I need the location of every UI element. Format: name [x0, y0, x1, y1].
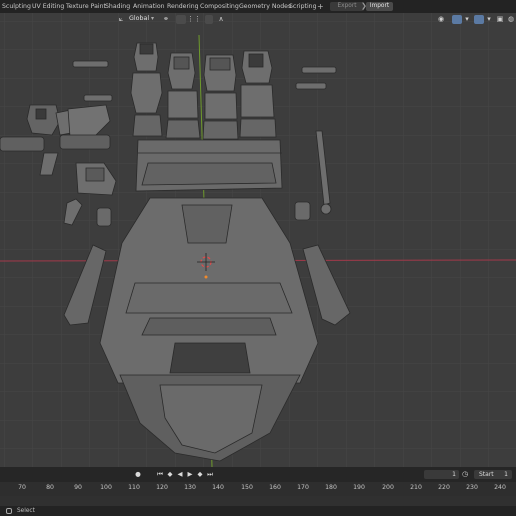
ruler-tick: 180 [325, 484, 337, 491]
tab-animation[interactable]: Animation [131, 0, 167, 13]
snap-toggle[interactable] [176, 15, 186, 24]
jump-end-icon[interactable]: ⏭ [206, 470, 214, 479]
tab-sculpting[interactable]: Sculpting [0, 0, 33, 13]
gizmo-icon[interactable] [452, 15, 462, 24]
finger-3 [202, 54, 239, 140]
gauntlet-mesh[interactable] [0, 13, 516, 467]
ruler-tick: 190 [353, 484, 365, 491]
ruler-tick: 220 [438, 484, 450, 491]
ruler-tick: 230 [466, 484, 478, 491]
tab-rendering[interactable]: Rendering [165, 0, 201, 13]
current-frame-field[interactable]: 1 [424, 470, 459, 479]
finger-1 [130, 42, 163, 137]
status-bar: Select [0, 506, 516, 516]
falloff-icon[interactable]: ∧ [215, 15, 227, 24]
ruler-tick: 100 [100, 484, 112, 491]
ruler-tick: 70 [18, 484, 26, 491]
finger-2 [165, 52, 201, 139]
ruler-tick: 140 [212, 484, 224, 491]
chevron-down-icon[interactable]: ▾ [464, 15, 470, 24]
tab-compositing[interactable]: Compositing [198, 0, 241, 13]
prev-keyframe-icon[interactable]: ◆ [166, 470, 174, 479]
workspace-tab-bar: Sculpting UV Editing Texture Paint Shadi… [0, 0, 516, 13]
tab-geometry-nodes[interactable]: Geometry Nodes [237, 0, 293, 13]
mouse-left-icon [6, 508, 12, 514]
ruler-tick: 150 [241, 484, 253, 491]
transform-orientation-dropdown[interactable]: ⟀ Global ▾ [119, 14, 158, 24]
overlay-icon[interactable] [474, 15, 484, 24]
start-value: 1 [504, 471, 508, 478]
play-reverse-icon[interactable]: ◀ [176, 470, 184, 479]
jump-start-icon[interactable]: ⏮ [156, 470, 164, 479]
tab-texture-paint[interactable]: Texture Paint [64, 0, 108, 13]
ruler-tick: 110 [128, 484, 140, 491]
ruler-tick: 170 [297, 484, 309, 491]
playback-controls: ● ⏮ ◆ ◀ ▶ ◆ ⏭ 1 ◷ Start 1 [0, 467, 516, 482]
visibility-icon[interactable]: ◉ [436, 15, 446, 24]
3d-viewport[interactable]: ⟀ Global ▾ ⚭ ⋮⋮ ∧ ◉ ▾ ▾ ▣ ◍ [0, 13, 516, 467]
ruler-tick: 90 [74, 484, 82, 491]
chevron-down-icon: ▾ [151, 15, 155, 22]
ruler-tick: 240 [494, 484, 506, 491]
ruler-tick: 80 [46, 484, 54, 491]
tab-scripting[interactable]: Scripting [287, 0, 319, 13]
viewport-header: ⟀ Global ▾ ⚭ ⋮⋮ ∧ ◉ ▾ ▾ ▣ ◍ [0, 13, 516, 26]
ruler-tick: 120 [156, 484, 168, 491]
origin-point [204, 275, 208, 279]
pivot-icon[interactable]: ⚭ [160, 15, 172, 24]
import-button[interactable]: Import [366, 2, 393, 11]
play-icon[interactable]: ▶ [186, 470, 194, 479]
next-keyframe-icon[interactable]: ◆ [196, 470, 204, 479]
start-frame-field[interactable]: Start 1 [474, 470, 512, 479]
frame-ruler[interactable]: 70 80 90 100 110 120 130 140 150 160 170… [0, 482, 516, 496]
shading-solid-icon[interactable]: ◍ [506, 15, 516, 24]
add-workspace-button[interactable]: + [317, 0, 324, 13]
clock-icon[interactable]: ◷ [462, 470, 472, 479]
ruler-tick: 210 [410, 484, 422, 491]
keyframe-dot-icon[interactable]: ● [134, 470, 142, 479]
chevron-down-icon[interactable]: ▾ [486, 15, 492, 24]
snap-icon[interactable]: ⋮⋮ [187, 15, 201, 24]
finger-4 [239, 50, 277, 138]
export-button[interactable]: Export [330, 2, 364, 11]
transform-orientation-icon: ⟀ [119, 15, 124, 23]
tab-uv-editing[interactable]: UV Editing [30, 0, 66, 13]
timeline-editor: ● ⏮ ◆ ◀ ▶ ◆ ⏭ 1 ◷ Start 1 70 80 90 100 1… [0, 467, 516, 506]
start-label: Start [479, 471, 494, 478]
ruler-tick: 200 [382, 484, 394, 491]
ruler-tick: 160 [269, 484, 281, 491]
status-text: Select [17, 508, 35, 514]
tab-shading[interactable]: Shading [103, 0, 132, 13]
xray-icon[interactable]: ▣ [496, 15, 504, 24]
proportional-edit-icon[interactable] [205, 15, 213, 24]
timeline-track[interactable] [0, 496, 516, 506]
ruler-tick: 130 [184, 484, 196, 491]
